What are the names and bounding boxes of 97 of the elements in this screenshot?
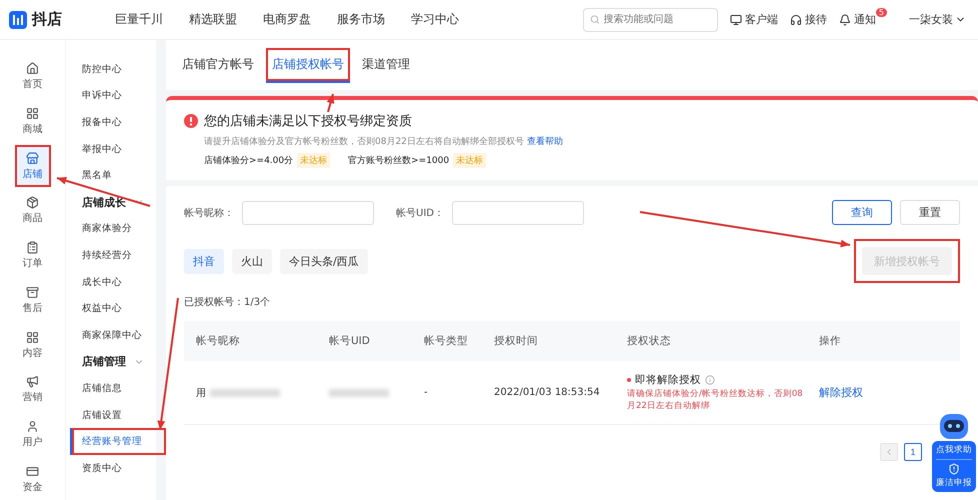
help-link[interactable]: 查看帮助 (526, 137, 563, 147)
prev-page-button[interactable] (880, 443, 898, 461)
rail-item[interactable]: 内容 (14, 324, 50, 366)
status-text: 即将解除授权 (635, 372, 701, 387)
blurred-text (210, 388, 280, 396)
menu-item[interactable]: 持续经营分 (70, 242, 166, 269)
headset-icon (790, 14, 802, 26)
menu-item[interactable]: 报备中心 (70, 109, 166, 136)
house-icon (26, 62, 39, 76)
rail-item[interactable]: 用户 (14, 414, 50, 456)
user-menu[interactable]: 一柒女装 (909, 12, 966, 27)
menu-item[interactable]: 经营账号管理 (70, 428, 166, 455)
rail-item[interactable]: 商品 (14, 190, 50, 232)
input-field[interactable] (242, 200, 374, 224)
tab[interactable]: 渠道管理 (356, 48, 416, 82)
clipboard-icon (26, 241, 39, 254)
condition-text: 店铺体验分>=4.00分 (204, 154, 294, 167)
action-button[interactable]: 查询 (832, 200, 892, 225)
menu-item[interactable]: 店铺信息 (70, 375, 166, 402)
archive-icon (26, 286, 39, 299)
tab[interactable]: 店铺授权帐号 (266, 48, 350, 82)
status-tag: 未达标 (297, 153, 330, 168)
nav-link[interactable]: 精选联盟 (189, 11, 237, 28)
column-header: 授权状态 (627, 334, 672, 348)
menu-group[interactable]: 店铺成长 (82, 188, 156, 216)
status-dot (627, 378, 631, 382)
status-tag: 未达标 (453, 153, 486, 168)
menu-item[interactable]: 防控中心 (70, 56, 166, 83)
rail-item[interactable]: 订单 (14, 234, 50, 277)
menu-item[interactable]: 店铺设置 (70, 402, 166, 428)
condition-text: 官方账号粉丝数>=1000 (348, 154, 450, 167)
blurred-text (329, 388, 389, 396)
input-field[interactable] (452, 200, 584, 224)
column-header: 帐号类型 (424, 334, 469, 348)
alert-text: 请提升店铺体验分及官方帐号粉丝数，否则08月22日左右将自动解绑全部授权号 查看帮助 (204, 136, 564, 148)
unbind-link[interactable]: 解除授权 (819, 385, 960, 400)
grid-icon (26, 107, 39, 120)
notification-badge: 5 (876, 8, 887, 17)
header-action[interactable]: 接待 (790, 12, 827, 27)
column-header: 帐号昵称 (196, 334, 241, 348)
rail-item[interactable]: 首页 (14, 56, 50, 98)
menu-item[interactable]: 权益中心 (70, 295, 166, 322)
menu-item[interactable]: 黑名单 (70, 162, 166, 189)
page-button[interactable]: 1 (904, 443, 922, 461)
header-action[interactable]: 通知 (838, 12, 876, 27)
grid-icon (26, 330, 39, 344)
menu-item[interactable]: 资质中心 (70, 454, 166, 482)
menu-item[interactable]: 商家体验分 (70, 216, 166, 242)
table-cell-text: 2022/01/03 18:53:54 (494, 387, 601, 398)
nav-link[interactable]: 服务市场 (337, 11, 385, 28)
menu-item[interactable]: 成长中心 (70, 268, 166, 296)
status-note: 请确保店铺体验分/帐号粉丝数达标，否则08月22日左右自动解绑 (627, 388, 804, 412)
action-button[interactable]: 重置 (900, 200, 960, 225)
rail-item[interactable]: 营销 (14, 368, 50, 411)
platform-tab[interactable]: 抖音 (184, 248, 224, 274)
menu-item[interactable]: 商家保障中心 (70, 322, 166, 349)
info-icon (705, 374, 715, 385)
nav-link[interactable]: 电商罗盘 (263, 11, 311, 28)
field-label: 帐号昵称： (184, 206, 234, 220)
search-input[interactable]: 搜索功能或问题 (604, 14, 711, 25)
column-header: 授权时间 (494, 334, 539, 348)
column-header: 操作 (819, 334, 842, 348)
alert-title: 您的店铺未满足以下授权号绑定资质 (204, 113, 412, 130)
tab[interactable]: 店铺官方帐号 (176, 48, 260, 82)
shield-icon (948, 463, 960, 475)
rail-item[interactable]: 资金 (14, 458, 50, 500)
platform-tab[interactable]: 火山 (232, 248, 272, 274)
nav-link[interactable]: 巨量千川 (115, 11, 163, 28)
platform-tab[interactable]: 今日头条/西瓜 (280, 248, 368, 274)
card-icon (26, 464, 39, 478)
menu-item[interactable]: 申诉中心 (70, 82, 166, 110)
bell-icon (838, 14, 851, 26)
store-icon (26, 152, 39, 165)
search-field[interactable]: 搜索功能或问题 (582, 8, 718, 32)
header-action[interactable]: 客户端 (730, 12, 778, 27)
column-header: 帐号UID (329, 334, 371, 348)
table-cell-text: 用 (196, 386, 206, 400)
megaphone-icon (26, 375, 39, 388)
menu-group[interactable]: 店铺管理 (82, 348, 156, 376)
rail-item[interactable]: 售后 (14, 280, 50, 322)
menu-item[interactable]: 举报中心 (70, 136, 166, 162)
monitor-icon (730, 14, 742, 26)
person-icon (26, 420, 39, 433)
package-icon (26, 196, 39, 210)
logo-icon (8, 10, 28, 30)
rail-item[interactable]: 店铺 (14, 145, 50, 188)
help-button[interactable]: 点我求助 (936, 444, 972, 456)
account-count: 已授权帐号：1/3个 (184, 296, 272, 309)
search-icon (590, 14, 600, 25)
report-button[interactable]: 廉洁申报 (936, 459, 972, 489)
app-logo[interactable]: 抖店 (8, 10, 103, 30)
field-label: 帐号UID： (396, 206, 444, 220)
annotation-arrow (326, 94, 334, 112)
nav-link[interactable]: 学习中心 (411, 11, 459, 28)
alert-icon (184, 114, 198, 128)
rail-item[interactable]: 商城 (14, 100, 50, 142)
table-cell-text: - (424, 387, 429, 398)
